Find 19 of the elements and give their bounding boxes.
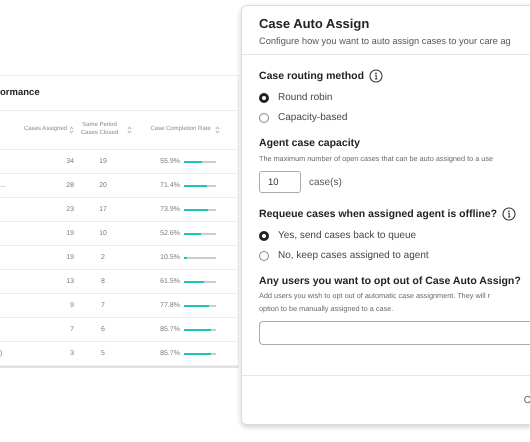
sort-icon (214, 126, 220, 134)
table-title: ormance (0, 76, 238, 111)
unit-label: case(s) (309, 176, 342, 188)
sort-icon (127, 126, 132, 134)
section-label: Requeue cases when assigned agent is offline? (259, 208, 498, 220)
users-input[interactable] (259, 321, 530, 345)
radio-option[interactable]: Yes, send cases back to queue (259, 230, 416, 241)
dialog-title: Case Auto Assign (259, 16, 370, 31)
dialog-subtitle: Configure how you want to auto assign cases to your care ag (259, 36, 512, 46)
section-label: Agent case capacity (259, 137, 360, 149)
capacity-input[interactable]: 10 (259, 171, 301, 193)
section-label: Any users you want to opt out of Case Auto Assign? (259, 275, 521, 287)
section-label: Case routing method (259, 70, 364, 82)
info-icon[interactable] (502, 207, 516, 221)
radio-option[interactable]: Round robin (259, 92, 332, 103)
radio-option[interactable]: No, keep cases assigned to agent (259, 250, 429, 261)
sort-icon (69, 126, 74, 134)
info-icon[interactable] (369, 69, 384, 83)
radio-option[interactable]: Capacity-based (259, 112, 348, 123)
